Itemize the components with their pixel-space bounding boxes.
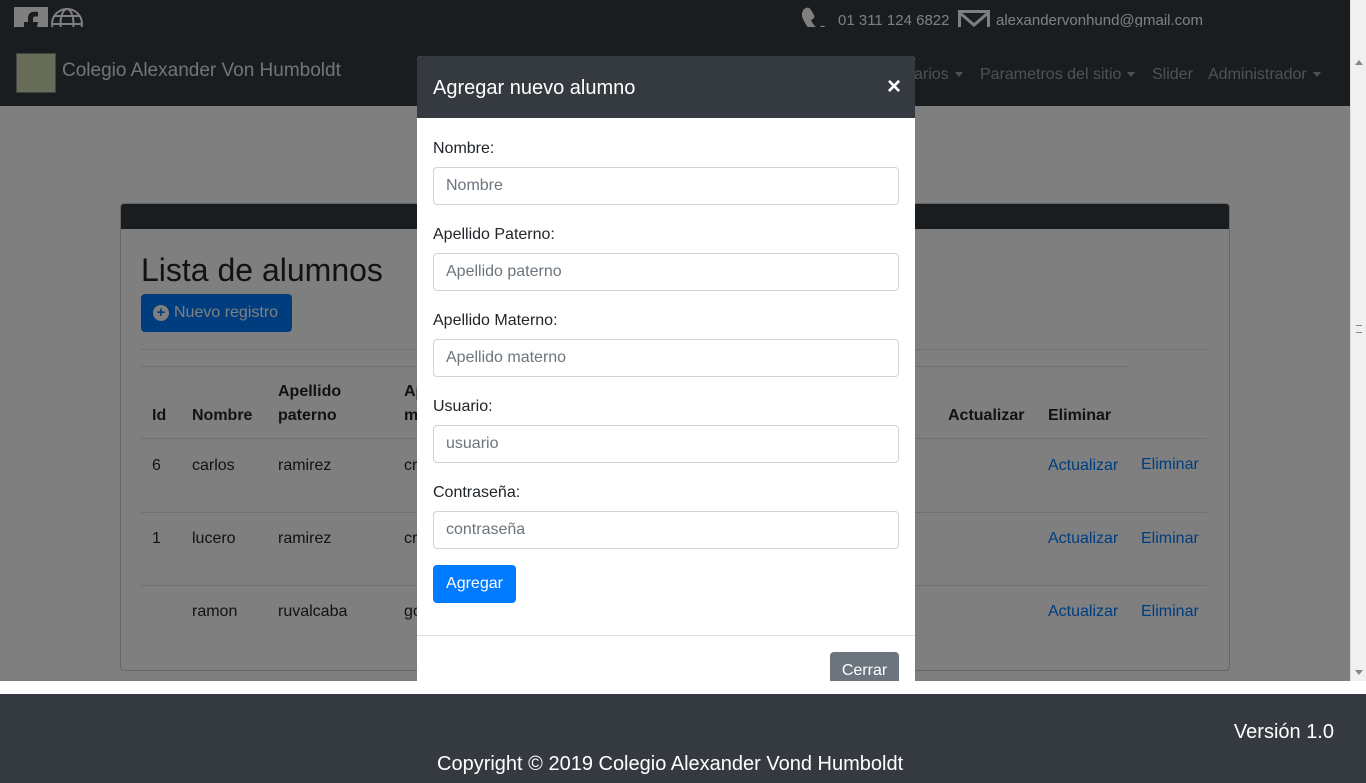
page-footer: Versión 1.0 Copyright © 2019 Colegio Ale… [0, 694, 1366, 783]
footer-gap [0, 681, 1366, 694]
add-student-modal: Agregar nuevo alumno × Nombre: Apellido … [417, 56, 915, 681]
modal-header: Agregar nuevo alumno × [417, 56, 915, 118]
apellido-paterno-input[interactable] [433, 253, 899, 291]
page-scrollbar[interactable] [1350, 0, 1366, 681]
close-icon[interactable]: × [887, 73, 901, 101]
nombre-input[interactable] [433, 167, 899, 205]
modal-footer-divider [417, 635, 915, 636]
modal-title: Agregar nuevo alumno [433, 77, 636, 99]
usuario-label: Usuario: [433, 398, 493, 415]
scroll-thumb[interactable] [1356, 325, 1362, 333]
contrasena-label: Contraseña: [433, 484, 521, 501]
apellido-paterno-label: Apellido Paterno: [433, 226, 555, 243]
copyright-text: Copyright © 2019 Colegio Alexander Vond … [437, 753, 904, 775]
apellido-materno-input[interactable] [433, 339, 899, 377]
nombre-label: Nombre: [433, 140, 495, 157]
scroll-down-arrow-icon[interactable] [1355, 670, 1363, 675]
apellido-materno-label: Apellido Materno: [433, 312, 558, 329]
agregar-button[interactable]: Agregar [433, 565, 516, 603]
contrasena-input[interactable] [433, 511, 899, 549]
usuario-input[interactable] [433, 425, 899, 463]
version-label: Versión 1.0 [1233, 721, 1334, 743]
cerrar-button[interactable]: Cerrar [830, 652, 899, 681]
scroll-up-arrow-icon[interactable] [1355, 60, 1363, 65]
